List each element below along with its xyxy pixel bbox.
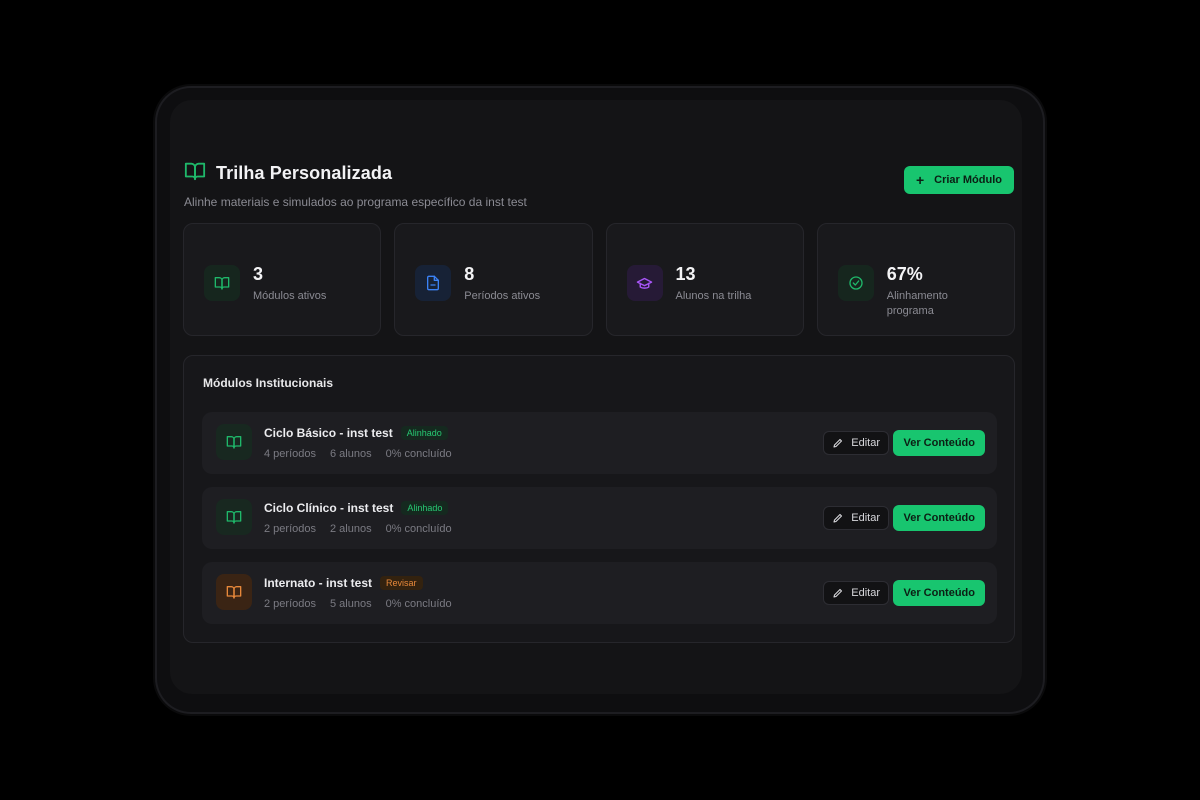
- stat-label: Módulos ativos: [253, 290, 327, 302]
- panel-title: Módulos Institucionais: [203, 376, 334, 390]
- book-open-icon: [216, 499, 252, 535]
- module-name-row: Internato - inst test Revisar: [264, 576, 423, 590]
- module-periods: 4 períodos: [264, 448, 316, 460]
- stat-value: 67%: [886, 264, 923, 284]
- stat-card-periods: 8 Períodos ativos: [394, 223, 593, 336]
- module-row: Internato - inst test Revisar 2 períodos…: [202, 562, 997, 624]
- pencil-icon: [833, 513, 843, 523]
- edit-button[interactable]: Editar: [823, 581, 889, 605]
- page-header: Trilha Personalizada Alinhe materiais e …: [184, 160, 1014, 210]
- edit-button[interactable]: Editar: [823, 431, 889, 455]
- module-students: 2 alunos: [329, 523, 372, 535]
- status-badge: Alinhado: [401, 501, 449, 515]
- stat-label: Alunos na trilha: [675, 290, 752, 302]
- module-row: Ciclo Clínico - inst test Alinhado 2 per…: [202, 487, 997, 549]
- edit-button[interactable]: Editar: [823, 506, 889, 530]
- create-module-label: Criar Módulo: [934, 174, 1002, 186]
- document-icon: [415, 265, 452, 301]
- status-badge: Alinhado: [400, 426, 448, 440]
- edit-label: Editar: [851, 437, 880, 449]
- module-name-row: Ciclo Básico - inst test Alinhado: [264, 426, 448, 440]
- stat-value: 3: [253, 264, 264, 284]
- modules-panel: Módulos Institucionais Ciclo Básico - in…: [183, 355, 1015, 643]
- status-badge: Revisar: [380, 576, 423, 590]
- view-content-button[interactable]: Ver Conteúdo: [893, 580, 985, 606]
- module-meta: 2 períodos 2 alunos 0% concluído: [264, 523, 452, 535]
- pencil-icon: [833, 438, 843, 448]
- view-content-button[interactable]: Ver Conteúdo: [893, 505, 985, 531]
- module-meta: 4 períodos 6 alunos 0% concluído: [264, 448, 452, 460]
- module-periods: 2 períodos: [264, 523, 316, 535]
- module-progress: 0% concluído: [385, 448, 452, 460]
- module-row: Ciclo Básico - inst test Alinhado 4 perí…: [202, 412, 997, 474]
- app-screen: Trilha Personalizada Alinhe materiais e …: [170, 100, 1022, 694]
- create-module-button[interactable]: + Criar Módulo: [903, 166, 1014, 194]
- module-meta: 2 períodos 5 alunos 0% concluído: [264, 598, 452, 610]
- book-open-icon: [216, 574, 252, 610]
- stat-value: 13: [675, 264, 696, 284]
- graduation-cap-icon: [626, 265, 663, 301]
- module-students: 5 alunos: [329, 598, 372, 610]
- check-circle-icon: [837, 265, 874, 301]
- module-name: Ciclo Clínico - inst test: [264, 501, 394, 515]
- book-open-icon: [184, 160, 206, 187]
- page-subtitle: Alinhe materiais e simulados ao programa…: [184, 195, 527, 209]
- module-progress: 0% concluído: [385, 598, 452, 610]
- book-open-icon: [216, 424, 252, 460]
- stat-card-students: 13 Alunos na trilha: [605, 223, 804, 336]
- stat-card-modules: 3 Módulos ativos: [183, 223, 382, 336]
- view-content-button[interactable]: Ver Conteúdo: [893, 430, 985, 456]
- edit-label: Editar: [851, 587, 880, 599]
- module-name-row: Ciclo Clínico - inst test Alinhado: [264, 501, 449, 515]
- stat-card-alignment: 67% Alinhamento programa: [816, 223, 1015, 336]
- title-row: Trilha Personalizada: [184, 160, 1014, 187]
- pencil-icon: [833, 588, 843, 598]
- module-progress: 0% concluído: [385, 523, 452, 535]
- module-periods: 2 períodos: [264, 598, 316, 610]
- plus-icon: +: [915, 172, 925, 188]
- module-students: 6 alunos: [329, 448, 372, 460]
- stat-label: Períodos ativos: [464, 290, 541, 302]
- stat-value: 8: [464, 264, 475, 284]
- stat-label: Alinhamento programa: [886, 290, 948, 317]
- page-title: Trilha Personalizada: [216, 163, 393, 183]
- stats-row: 3 Módulos ativos 8 Períodos ativos 13 Al…: [183, 223, 1015, 336]
- module-name: Internato - inst test: [264, 576, 373, 590]
- module-name: Ciclo Básico - inst test: [264, 426, 393, 440]
- book-open-icon: [204, 265, 240, 301]
- edit-label: Editar: [851, 512, 880, 524]
